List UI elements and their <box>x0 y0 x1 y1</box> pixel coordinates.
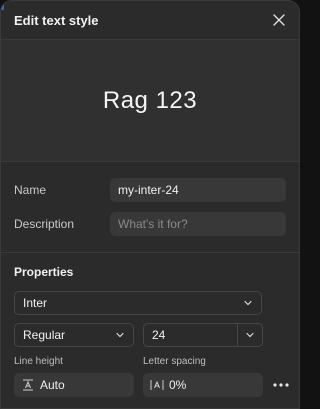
chevron-down-icon <box>115 330 125 340</box>
font-weight-select[interactable]: Regular <box>14 323 134 347</box>
font-family-select[interactable]: Inter <box>14 291 262 315</box>
letter-spacing-icon <box>149 379 165 391</box>
font-weight-value: Regular <box>23 328 66 342</box>
selection-indicator <box>1 4 4 10</box>
section-divider <box>1 252 299 253</box>
properties-heading: Properties <box>14 265 74 279</box>
font-size-dropdown-button[interactable] <box>237 324 262 346</box>
letter-spacing-input[interactable]: 0% <box>143 373 263 397</box>
dialog-header: Edit text style <box>1 1 299 40</box>
name-label: Name <box>14 183 47 197</box>
edit-text-style-dialog: Edit text style Rag 123 Name my-inter-24… <box>0 0 300 409</box>
line-height-label: Line height <box>14 356 63 367</box>
description-row: Description What's it for? <box>14 212 286 236</box>
description-label: Description <box>14 217 75 231</box>
more-options-icon <box>273 383 289 387</box>
chevron-down-icon <box>246 332 254 338</box>
letter-spacing-value: 0% <box>169 378 187 392</box>
letter-spacing-label: Letter spacing <box>143 356 206 367</box>
preview-text: Rag 123 <box>102 86 198 114</box>
dialog-title: Edit text style <box>14 12 99 28</box>
font-family-value: Inter <box>23 296 48 310</box>
close-icon <box>273 14 285 26</box>
description-field[interactable]: What's it for? <box>110 212 286 236</box>
name-field-value: my-inter-24 <box>118 183 179 197</box>
more-options-button[interactable] <box>271 375 291 395</box>
chevron-down-icon <box>243 298 253 308</box>
name-row: Name my-inter-24 <box>14 178 286 202</box>
text-style-preview: Rag 123 <box>1 40 299 162</box>
line-height-icon <box>20 379 36 391</box>
line-height-value: Auto <box>40 378 65 392</box>
font-size-combobox[interactable]: 24 <box>143 323 263 347</box>
close-button[interactable] <box>271 12 287 28</box>
font-size-input[interactable]: 24 <box>144 324 237 346</box>
name-field[interactable]: my-inter-24 <box>110 178 286 202</box>
description-placeholder: What's it for? <box>118 217 188 231</box>
line-height-input[interactable]: Auto <box>14 373 134 397</box>
